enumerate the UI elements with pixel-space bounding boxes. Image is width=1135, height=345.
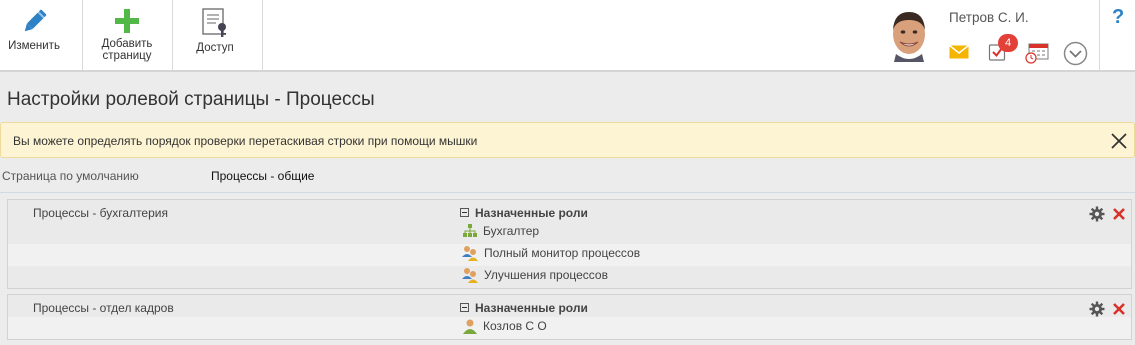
- user-photo: [893, 12, 925, 62]
- gear-icon[interactable]: [1089, 206, 1105, 222]
- role-label: Улучшения процессов: [484, 268, 608, 282]
- delete-icon[interactable]: [1112, 207, 1126, 221]
- default-page-label: Страница по умолчанию: [2, 169, 139, 183]
- avatar[interactable]: [884, 8, 934, 62]
- role-item: Полный монитор процессов: [462, 245, 640, 261]
- alert-text: Вы можете определять порядок проверки пе…: [13, 134, 478, 148]
- collapse-icon[interactable]: [460, 208, 469, 217]
- notifications-badge[interactable]: 4: [998, 34, 1018, 52]
- toolbar-separator: [82, 0, 83, 70]
- assigned-roles-header[interactable]: Назначенные роли: [460, 301, 588, 315]
- assigned-roles-header[interactable]: Назначенные роли: [460, 206, 588, 220]
- mail-icon[interactable]: [949, 45, 969, 59]
- user-name[interactable]: Петров С. И.: [949, 10, 1029, 25]
- gear-icon[interactable]: [1089, 301, 1105, 317]
- pencil-icon: [24, 9, 47, 32]
- row-name: Процессы - бухгалтерия: [33, 206, 168, 220]
- add-page-button[interactable]: Добавить страницу: [90, 0, 164, 70]
- users-group-icon: [462, 268, 478, 283]
- access-button-label: Доступ: [196, 42, 234, 54]
- row-name: Процессы - отдел кадров: [33, 301, 174, 315]
- table-row[interactable]: Процессы - бухгалтерия Назначенные роли …: [7, 199, 1132, 289]
- divider: [0, 192, 1135, 193]
- delete-icon[interactable]: [1112, 302, 1126, 316]
- role-item: Козлов С О: [462, 318, 547, 334]
- access-button[interactable]: Доступ: [184, 0, 246, 70]
- document-key-icon: [202, 8, 226, 37]
- row-stripe: [8, 317, 1131, 339]
- close-icon[interactable]: [1110, 132, 1128, 150]
- roles-header-label: Назначенные роли: [475, 206, 588, 220]
- roles-header-label: Назначенные роли: [475, 301, 588, 315]
- edit-button[interactable]: Изменить: [0, 0, 68, 70]
- role-label: Козлов С О: [483, 319, 547, 333]
- default-page-value[interactable]: Процессы - общие: [211, 169, 314, 183]
- toolbar-separator: [1099, 0, 1100, 70]
- user-icon: [463, 319, 477, 334]
- toolbar-separator: [262, 0, 263, 70]
- chevron-down-icon[interactable]: [1063, 41, 1088, 66]
- role-item: Бухгалтер: [462, 223, 539, 239]
- role-label: Полный монитор процессов: [484, 246, 641, 260]
- table-row[interactable]: Процессы - отдел кадров Назначенные роли…: [7, 294, 1132, 340]
- page-title: Настройки ролевой страницы - Процессы: [7, 89, 375, 110]
- toolbar: Изменить Добавить страницу Доступ Петров…: [0, 0, 1135, 72]
- calendar-icon[interactable]: [1025, 42, 1049, 64]
- collapse-icon[interactable]: [460, 303, 469, 312]
- plus-icon: [115, 9, 139, 33]
- users-group-icon: [462, 246, 478, 261]
- add-page-button-label: Добавить страницу: [101, 38, 153, 62]
- info-alert: Вы можете определять порядок проверки пе…: [0, 122, 1135, 158]
- role-label: Бухгалтер: [483, 224, 540, 238]
- help-icon[interactable]: ?: [1112, 6, 1124, 29]
- org-structure-icon: [463, 224, 477, 237]
- role-item: Улучшения процессов: [462, 267, 608, 283]
- edit-button-label: Изменить: [8, 40, 60, 52]
- toolbar-separator: [172, 0, 173, 70]
